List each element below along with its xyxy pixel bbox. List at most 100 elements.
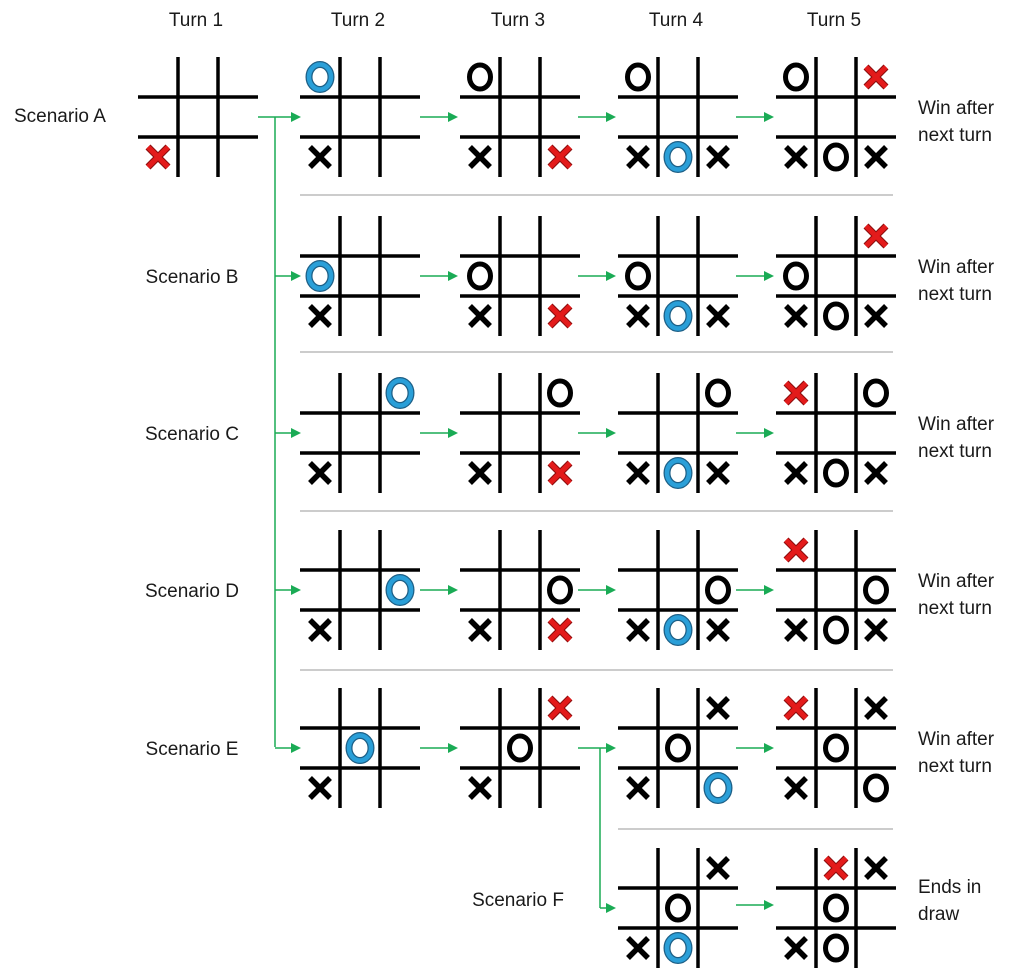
x-mark	[468, 776, 492, 800]
x-mark	[626, 461, 650, 485]
arrow-head	[764, 743, 774, 753]
new-x-mark	[547, 144, 573, 170]
arrow	[275, 743, 301, 753]
arrow-head	[606, 903, 616, 913]
board-scenario-e-turn-3	[460, 688, 580, 808]
arrow-head	[606, 271, 616, 281]
x-mark	[784, 618, 808, 642]
o-mark	[665, 733, 691, 763]
new-x-mark	[783, 380, 809, 406]
x-mark	[468, 618, 492, 642]
row-separators	[300, 194, 893, 830]
board-scenario-e-turn-2	[300, 688, 420, 808]
x-mark	[626, 618, 650, 642]
arrow-head	[291, 743, 301, 753]
x-mark	[308, 776, 332, 800]
board-scenario-e-turn-4	[618, 688, 738, 808]
outcome-label: Win after next turn	[918, 729, 995, 777]
x-mark	[468, 145, 492, 169]
arrow-head	[448, 585, 458, 595]
arrow-head	[764, 112, 774, 122]
board-scenario-a-turn-4	[618, 57, 738, 177]
outcome-line: next turn	[918, 125, 992, 146]
o-mark	[665, 893, 691, 923]
turn-header: Turn 5	[807, 10, 861, 31]
new-o-mark	[663, 141, 693, 173]
x-mark	[468, 304, 492, 328]
arrow-head	[764, 428, 774, 438]
x-mark	[308, 304, 332, 328]
arrow	[578, 271, 616, 281]
arrow	[736, 271, 774, 281]
arrow	[578, 428, 616, 438]
o-mark	[823, 933, 849, 963]
board-scenario-a-turn-3	[460, 57, 580, 177]
arrow-head	[448, 743, 458, 753]
new-o-mark	[385, 377, 415, 409]
x-mark	[784, 145, 808, 169]
turn-header: Turn 3	[491, 10, 545, 31]
arrow	[275, 271, 301, 281]
new-x-mark	[547, 695, 573, 721]
x-mark	[864, 856, 888, 880]
outcome-line: Win after	[918, 98, 995, 119]
new-x-mark	[145, 144, 171, 170]
new-o-mark	[385, 574, 415, 606]
arrow-head	[291, 428, 301, 438]
x-mark	[784, 304, 808, 328]
o-mark	[625, 62, 651, 92]
board-scenario-d-turn-5	[776, 530, 896, 650]
arrow	[420, 112, 458, 122]
o-mark	[823, 301, 849, 331]
new-o-mark	[305, 260, 335, 292]
turn-header: Turn 4	[649, 10, 704, 31]
outcome-line: Win after	[918, 729, 995, 750]
arrow	[420, 428, 458, 438]
board-scenario-e-turn-5	[776, 688, 896, 808]
outcome-line: Win after	[918, 414, 995, 435]
x-mark	[626, 145, 650, 169]
outcome-line: next turn	[918, 284, 992, 305]
outcome-label: Win after next turn	[918, 571, 995, 619]
board-scenario-c-turn-4	[618, 373, 738, 493]
o-mark	[863, 773, 889, 803]
arrow-head	[291, 271, 301, 281]
new-x-mark	[547, 460, 573, 486]
arrow-head	[448, 271, 458, 281]
new-x-mark	[547, 303, 573, 329]
turn-headers: Turn 1 Turn 2 Turn 3 Turn 4 Turn 5	[169, 10, 861, 31]
new-o-mark	[663, 457, 693, 489]
arrow-head	[606, 112, 616, 122]
new-x-mark	[547, 617, 573, 643]
o-mark	[467, 62, 493, 92]
arrow	[420, 743, 458, 753]
x-mark	[308, 461, 332, 485]
arrow	[600, 743, 616, 753]
board-turn-1	[138, 57, 258, 177]
o-mark	[863, 575, 889, 605]
o-mark	[823, 615, 849, 645]
scenario-label: Scenario D	[145, 581, 239, 602]
board-scenario-a-turn-2	[300, 57, 420, 177]
new-o-mark	[663, 300, 693, 332]
outcome-line: next turn	[918, 441, 992, 462]
arrow	[736, 428, 774, 438]
arrow	[275, 585, 301, 595]
x-mark	[864, 618, 888, 642]
x-mark	[864, 304, 888, 328]
o-mark	[783, 261, 809, 291]
new-o-mark	[305, 61, 335, 93]
board-scenario-f-turn-5	[776, 848, 896, 968]
x-mark	[308, 618, 332, 642]
board-scenario-a-turn-5	[776, 57, 896, 177]
arrow	[275, 112, 301, 122]
outcome-line: next turn	[918, 598, 992, 619]
arrow	[420, 585, 458, 595]
arrow-head	[448, 112, 458, 122]
board-scenario-b-turn-5	[776, 216, 896, 336]
scenario-label: Scenario F	[472, 890, 564, 911]
x-mark	[864, 145, 888, 169]
o-mark	[783, 62, 809, 92]
x-mark	[864, 461, 888, 485]
turn-header: Turn 1	[169, 10, 223, 31]
